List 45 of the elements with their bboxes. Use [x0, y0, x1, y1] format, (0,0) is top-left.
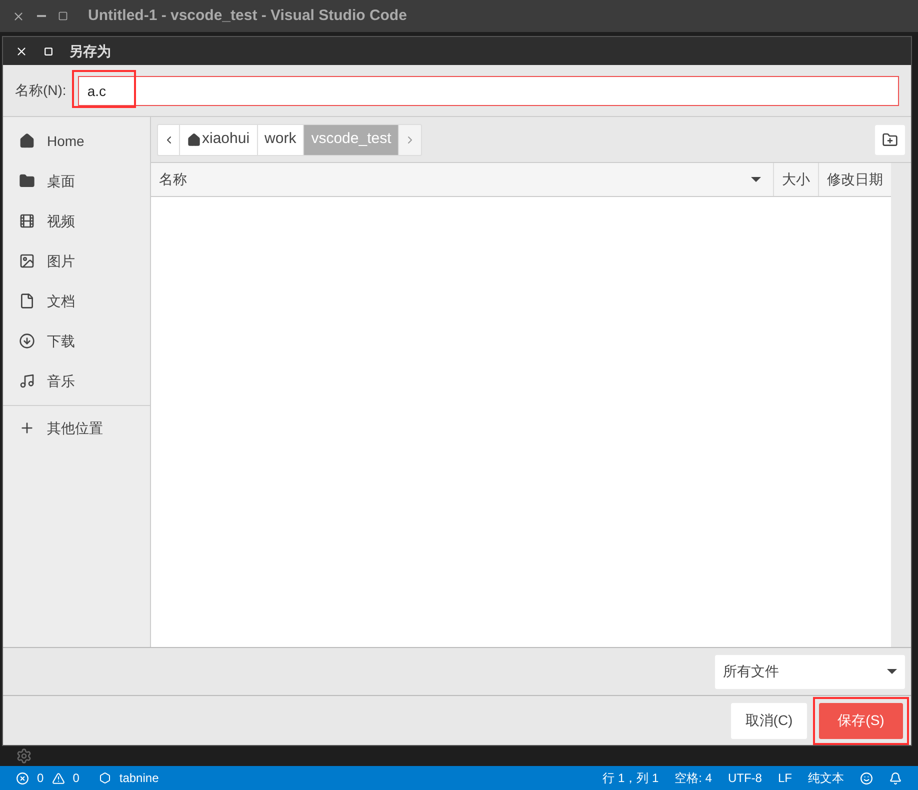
error-icon — [16, 772, 29, 784]
file-type-dropdown[interactable]: 所有文件 — [715, 654, 905, 688]
new-folder-button[interactable] — [875, 124, 905, 154]
path-button[interactable]: xiaohui — [180, 124, 258, 154]
cancel-button[interactable]: 取消(C) — [731, 702, 807, 738]
sidebar-item[interactable]: 视频 — [3, 201, 150, 241]
status-item[interactable]: 空格: 4 — [674, 769, 712, 787]
dialog-title: 另存为 — [69, 42, 111, 60]
close-icon[interactable] — [15, 44, 28, 58]
music-icon — [19, 373, 35, 389]
window-title: Untitled-1 - vscode_test - Visual Studio Code — [88, 6, 407, 26]
sidebar-item[interactable]: 桌面 — [3, 161, 150, 201]
column-header[interactable]: 大小 — [773, 163, 818, 196]
file-icon — [19, 293, 35, 309]
sidebar-item[interactable]: 其他位置 — [3, 406, 150, 450]
sidebar-item[interactable]: 音乐 — [3, 361, 150, 401]
hexagon-icon — [99, 772, 112, 784]
plus-icon — [19, 420, 35, 436]
warning-count: 0 — [72, 770, 80, 787]
bell-icon[interactable] — [889, 772, 902, 784]
status-item[interactable]: 行 1，列 1 — [602, 769, 659, 787]
sidebar-item[interactable]: Home — [3, 121, 150, 161]
name-label: 名称(N): — [15, 81, 66, 100]
error-count: 0 — [37, 770, 44, 787]
name-field[interactable]: a.c — [78, 76, 899, 106]
status-item[interactable]: LF — [778, 769, 792, 787]
home-icon — [19, 133, 35, 149]
status-item[interactable]: 纯文本 — [808, 769, 844, 787]
caret-icon — [887, 669, 897, 674]
film-icon — [19, 213, 35, 229]
tabnine-label[interactable]: tabnine — [119, 769, 159, 787]
folder-plus-icon — [882, 132, 898, 148]
path-button[interactable]: work — [258, 124, 304, 154]
sidebar-item[interactable]: 图片 — [3, 241, 150, 281]
smiley-icon[interactable] — [860, 772, 873, 784]
folder-icon — [19, 173, 35, 189]
column-header[interactable]: 名称 — [151, 163, 773, 196]
warning-icon — [52, 772, 65, 784]
sidebar-item[interactable]: 文档 — [3, 281, 150, 321]
status-item[interactable]: UTF-8 — [728, 769, 762, 787]
sidebar-item[interactable]: 下载 — [3, 321, 150, 361]
image-icon — [19, 253, 35, 269]
gear-icon[interactable] — [16, 748, 32, 764]
download-icon — [19, 333, 35, 349]
home-icon — [187, 132, 201, 146]
